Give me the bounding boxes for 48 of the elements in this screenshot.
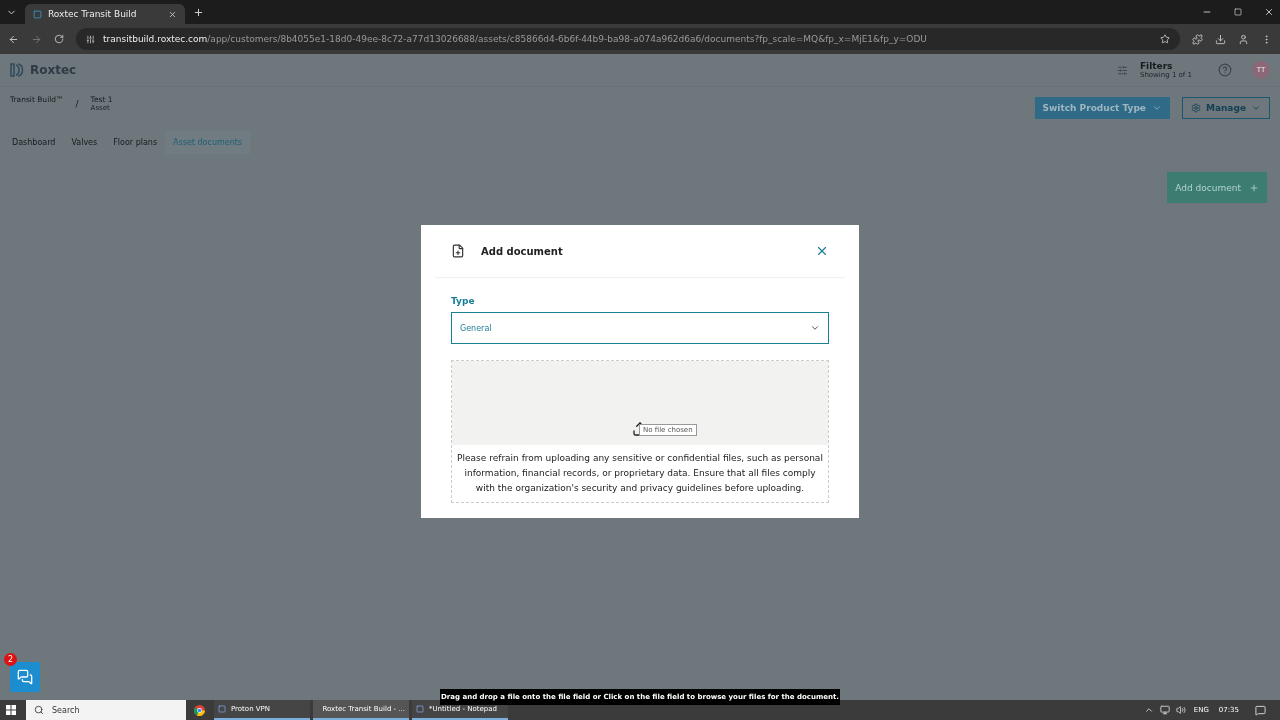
network-icon[interactable] (1159, 705, 1170, 715)
bookmark-icon[interactable] (1160, 34, 1170, 44)
profile-icon[interactable] (1238, 33, 1249, 45)
manage-button[interactable]: Manage (1181, 97, 1270, 119)
app-icon (218, 705, 226, 713)
document-icon (451, 244, 465, 258)
caret-icon (1151, 103, 1162, 113)
restore-icon[interactable] (1234, 8, 1242, 16)
type-select[interactable]: General (451, 312, 829, 344)
close-icon[interactable] (815, 244, 829, 258)
tray-overflow-icon[interactable] (1143, 705, 1154, 715)
type-label: Type (451, 296, 476, 306)
nav-tab[interactable]: Dashboard (4, 131, 64, 154)
app-icon (416, 705, 424, 713)
volume-icon[interactable] (1175, 705, 1186, 715)
back-icon[interactable] (8, 33, 19, 45)
switch-product-type-button[interactable]: Switch Product Type (1034, 97, 1170, 119)
address-bar[interactable]: transitbuild.roxtec.com/app/customers/8b4055e1-18d0-49ee-8c72-a77d13026688/assets/c85866d4-6b6f-44b9-ba98-a074a962d6a6/documents?fp_scale=MQ&fp_x=MjE1&fp_y=ODU (76, 28, 1180, 50)
nav-tab[interactable]: Valves (63, 131, 106, 154)
nav-tab[interactable]: Floor plans (105, 131, 166, 154)
chat-button[interactable] (10, 662, 40, 692)
search-icon (34, 705, 44, 715)
notifications-icon[interactable] (1255, 704, 1266, 716)
site-info-icon[interactable] (86, 34, 95, 44)
taskbar-search-field[interactable]: Search (26, 700, 186, 720)
site-icon (33, 9, 42, 19)
privacy-notice: Please refrain from uploading any sensitive or confidential files, such as personal information, financial records, or proprietary data. Ensure that all files comply with the organization's security and privacy guidelines before uploading. (456, 452, 824, 495)
file-drop-zone[interactable] (451, 360, 829, 503)
close-window-icon[interactable] (1264, 7, 1274, 17)
reload-icon[interactable] (54, 34, 64, 44)
browser-tab[interactable]: Roxtec Transit Build (25, 4, 185, 24)
breadcrumb-separator: / (75, 99, 79, 109)
gear-icon (1190, 103, 1201, 113)
download-icon[interactable] (1215, 33, 1226, 45)
browser-icon[interactable] (194, 704, 205, 716)
extensions-icon[interactable] (1192, 33, 1203, 45)
new-tab-icon[interactable] (193, 6, 204, 18)
logo-icon (10, 63, 24, 77)
start-icon[interactable] (6, 705, 16, 715)
plus-icon (1249, 182, 1259, 193)
logo-text: Roxtec (30, 63, 77, 77)
filters-label[interactable]: Filters (1139, 61, 1192, 71)
dialog-title: Add document (481, 245, 564, 257)
caret-icon (1251, 103, 1261, 113)
close-tab-icon[interactable] (168, 9, 177, 19)
caret-icon (810, 323, 820, 333)
chat-icon (17, 669, 33, 685)
add-document-button[interactable]: Add document (1167, 172, 1267, 203)
